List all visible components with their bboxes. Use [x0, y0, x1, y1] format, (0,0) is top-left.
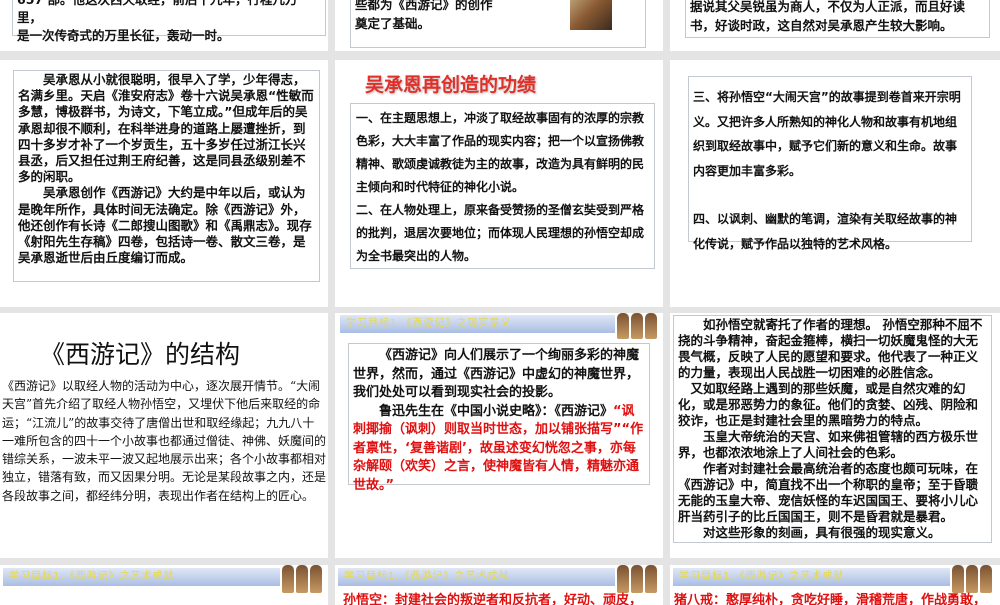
slide-thumbnail-7[interactable]: 《西游记》的结构 《西游记》以取经人物的活动为中心，逐次展开情节。“大闹天宫”首… [0, 313, 328, 558]
slide-text-box: 《西游记》向人们展示了一个绚丽多彩的神魔世界，然而，通过《西游记》中虚幻的神魔世… [348, 343, 650, 493]
slide-text: 猪八戒：憨厚纯朴，贪吃好睡，滑稽荒唐，作战勇敢， [674, 593, 987, 605]
slide-banner: 学习目标1.《西游记》之艺术成就 [673, 568, 950, 586]
slide-thumbnail-10[interactable]: 学习目标1.《西游记》之艺术成就 [0, 565, 328, 605]
slide-text: 孙悟空：封建社会的叛逆者和反抗者，好动、顽皮， [343, 593, 643, 605]
slide-text-box: 三、将孙悟空“大闹天宫”的故事提到卷首来开宗明义。又把许多人所熟知的神化人物和故… [688, 76, 972, 251]
slide-thumbnail-11[interactable]: 学习目标1.《西游记》之艺术成就 孙悟空：封建社会的叛逆者和反抗者，好动、顽皮， [335, 565, 663, 605]
paragraph: 玉皇大帝统治的天宫、如来佛祖管辖的西方极乐世界，也都浓浓地涂上了人间社会的色彩。 [678, 429, 979, 460]
slide-banner: 学习目标1.《西游记》之艺术成就 [3, 568, 280, 586]
slide-text-box: 一、在主题思想上，冲淡了取经故事固有的浓厚的宗教色彩，大大丰富了作品的现实内容；… [350, 103, 655, 269]
slide-thumbnail-8[interactable]: 学习目标1.《西游记》之现实意义 《西游记》向人们展示了一个绚丽多彩的神魔世界，… [335, 313, 663, 558]
slide-body: 《西游记》以取经人物的活动为中心，逐次展开情节。“大闹天宫”首先介绍了取经人物孙… [2, 379, 327, 503]
text-line: 据说其父吴锐虽为商人，不仅为人正派，而且好读 [690, 0, 966, 14]
paragraph: 又如取经路上遇到的那些妖魔，或是自然灾难的幻化，或是邪恶势力的象征。他们的贪婪、… [678, 381, 979, 428]
paragraph: 如孙悟空就寄托了作者的理想。 孙悟空那种不屈不挠的斗争精神，奋起金箍棒，横扫一切… [678, 317, 983, 380]
book-cover-image [570, 0, 612, 30]
slide-text-box: 657 部。他这次西天取经，前后十九年，行程几万里， 是一次传奇式的万里长征，轰… [12, 0, 326, 43]
paragraph: 对这些形象的刻画，具有很强的现实意义。 [703, 525, 941, 540]
slide-thumbnail-9[interactable]: 如孙悟空就寄托了作者的理想。 孙悟空那种不屈不挠的斗争精神，奋起金箍棒，横扫一切… [670, 313, 1000, 558]
pilgrims-illustration [282, 565, 322, 593]
paragraph: 吴承恩创作《西游记》大约是中年以后，或认为是晚年所作，具体时间无法确定。除《西游… [18, 185, 312, 266]
slide-text-box: 据说其父吴锐虽为商人，不仅为人正派，而且好读 书，好谈时政，这自然对吴承恩产生较… [685, 0, 990, 38]
paragraph: 四、以讽刺、幽默的笔调，渲染有关取经故事的神化传说，赋予作品以独特的艺术风格。 [693, 212, 958, 251]
quote-intro: 鲁迅先生在《中国小说史略》：《西游记》 [379, 403, 614, 419]
paragraph: 三、将孙悟空“大闹天宫”的故事提到卷首来开宗明义。又把许多人所熟知的神化人物和故… [693, 90, 961, 178]
text-line: 是一次传奇式的万里长征，轰动一时。 [17, 28, 230, 43]
slide-thumbnail-6[interactable]: 三、将孙悟空“大闹天宫”的故事提到卷首来开宗明义。又把许多人所熟知的神化人物和故… [670, 60, 1000, 307]
slide-thumbnail-4[interactable]: 吴承恩从小就很聪明，很早入了学，少年得志，名满乡里。天启《淮安府志》卷十六说吴承… [0, 60, 328, 307]
paragraph: 《西游记》向人们展示了一个绚丽多彩的神魔世界，然而，通过《西游记》中虚幻的神魔世… [353, 348, 640, 400]
slide-thumbnail-3[interactable]: 据说其父吴锐虽为商人，不仅为人正派，而且好读 书，好谈时政，这自然对吴承恩产生较… [670, 0, 1000, 51]
slide-text-box: 如孙悟空就寄托了作者的理想。 孙悟空那种不屈不挠的斗争精神，奋起金箍棒，横扫一切… [673, 315, 992, 543]
paragraph: 鲁迅先生在《中国小说史略》：《西游记》“讽刺揶揄（讽刺）则取当时世态，加以铺张描… [353, 403, 645, 496]
text-line: 书，好谈时政，这自然对吴承恩产生较大影响。 [690, 18, 953, 33]
slide-text-box: 吴承恩从小就很聪明，很早入了学，少年得志，名满乡里。天启《淮安府志》卷十六说吴承… [13, 70, 320, 282]
slide-title: 吴承恩再创造的功绩 [365, 74, 537, 96]
slide-thumbnail-12[interactable]: 学习目标1.《西游记》之艺术成就 猪八戒：憨厚纯朴，贪吃好睡，滑稽荒唐，作战勇敢… [670, 565, 1000, 605]
slide-thumbnail-2[interactable]: 些都为《西游记》的创作 奠定了基础。 [335, 0, 663, 51]
paragraph: 作者对封建社会最高统治者的态度也颇可玩味，在《西游记》中，简直找不出一个称职的皇… [678, 461, 979, 524]
paragraph: 一、在主题思想上，冲淡了取经故事固有的浓厚的宗教色彩，大大丰富了作品的现实内容；… [356, 111, 645, 194]
slide-thumbnail-1[interactable]: 657 部。他这次西天取经，前后十九年，行程几万里， 是一次传奇式的万里长征，轰… [0, 0, 328, 51]
paragraph: 吴承恩从小就很聪明，很早入了学，少年得志，名满乡里。天启《淮安府志》卷十六说吴承… [18, 72, 314, 185]
slide-banner: 学习目标1.《西游记》之艺术成就 [338, 568, 615, 586]
pilgrims-illustration [617, 313, 657, 339]
slide-thumbnail-5[interactable]: 吴承恩再创造的功绩 一、在主题思想上，冲淡了取经故事固有的浓厚的宗教色彩，大大丰… [335, 60, 663, 307]
slide-banner: 学习目标1.《西游记》之现实意义 [340, 315, 615, 333]
slide-title: 《西游记》的结构 [40, 340, 241, 369]
paragraph: 二、在人物处理上，原来备受赞扬的圣僧玄奘受到严格的批判，退居次要地位；而体现人民… [356, 203, 645, 263]
text-line: 657 部。他这次西天取经，前后十九年，行程几万里， [17, 0, 297, 25]
